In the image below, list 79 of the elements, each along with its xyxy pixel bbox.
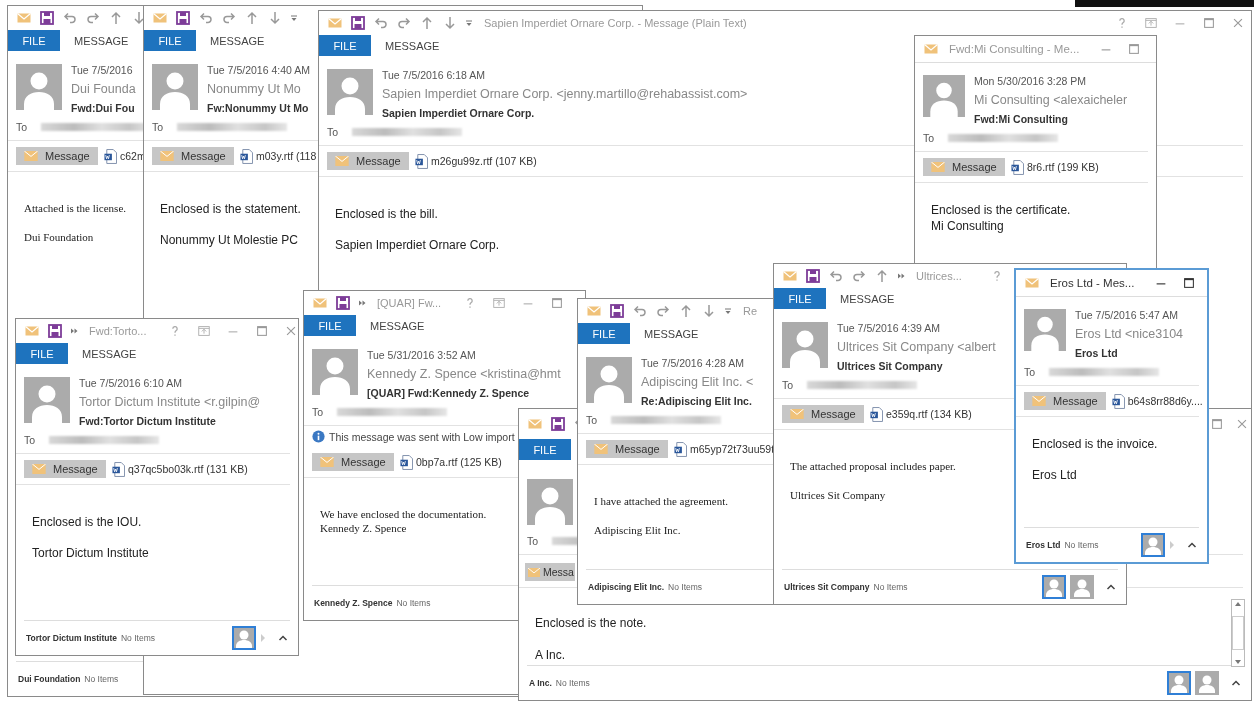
sent-date: Tue 7/5/2016 4:28 AM [641,357,745,369]
footer-status: No Items [1064,540,1099,550]
subject-line: Fw:Nonummy Ut Mo [207,102,310,114]
to-label: To [1024,366,1036,378]
to-label: To [527,535,539,547]
footer-status: No Items [668,582,703,592]
body-text: Sapien Imperdiet Ornare Corp. [335,238,500,252]
subject-line: Eros Ltd [1075,347,1119,359]
body-text: Adipiscing Elit Inc. [594,524,681,536]
footer-name: Adipiscing Elit Inc. [588,582,665,592]
body-text: Ultrices Sit Company [790,489,886,501]
body-text: Enclosed is the note. [535,616,647,630]
to-label: To [16,121,28,133]
footer-status: No Items [873,582,908,592]
body-text: Enclosed is the invoice. [1032,437,1158,451]
to-label: To [327,126,339,138]
subject-line: Sapien Imperdiet Ornare Corp. [382,107,536,119]
sent-date: Tue 7/5/2016 6:18 AM [382,69,486,81]
body-text: A Inc. [535,648,566,662]
sender-name: Sapien Imperdiet Ornare Corp. <jenny.martillo@rehabassist.com> [382,87,748,101]
window-title: Sapien Imperdiet Ornare Corp. - Message (Plain Text) [484,17,747,29]
sent-date: Tue 7/5/2016 4:40 AM [207,64,310,76]
subject-line: Fwd:Dui Fou [71,102,136,114]
sender-name: Nonummy Ut Mo [207,82,302,96]
to-label: To [312,406,324,418]
body-text: Kennedy Z. Spence [320,522,407,534]
footer-name: Tortor Dictum Institute [26,633,117,643]
footer-name: Kennedy Z. Spence [314,598,393,608]
body-text: Enclosed is the certificate. [931,203,1071,217]
body-text: Tortor Dictum Institute [32,546,149,560]
info-message: This message was sent with Low import [329,430,515,443]
subject-line: Ultrices Sit Company [837,360,944,372]
window-title: Fwd:Mi Consulting - Me... [949,43,1080,55]
window-title: [QUAR] Fw... [377,297,442,309]
body-text: I have attached the agreement. [594,495,729,507]
body-text: Enclosed is the bill. [335,207,438,221]
footer-status: No Items [396,598,431,608]
subject-line: Fwd:Mi Consulting [974,113,1069,125]
sent-date: Tue 7/5/2016 [71,64,134,76]
footer-name: Dui Foundation [18,674,81,684]
window-title: Eros Ltd - Mes... [1050,277,1135,289]
sender-name: Ultrices Sit Company <albert [837,340,996,354]
to-label: To [782,379,794,391]
to-label: To [152,121,164,133]
body-text: The attached proposal includes paper. [790,460,956,472]
footer-name: A Inc. [529,678,552,688]
sent-date: Tue 7/5/2016 4:39 AM [837,322,941,334]
sender-name: Adipiscing Elit Inc. < [641,375,754,389]
body-text: Eros Ltd [1032,468,1077,482]
sender-name: Kennedy Z. Spence <kristina@hmt [367,367,561,381]
sent-date: Tue 7/5/2016 5:47 AM [1075,309,1179,321]
footer-name: Eros Ltd [1026,540,1061,550]
body-text: Nonummy Ut Molestie PC [160,233,299,247]
body-text: Enclosed is the statement. [160,202,301,216]
to-label: To [24,434,36,446]
window-title: Re [743,305,758,317]
body-text: We have enclosed the documentation. [320,508,487,520]
sent-date: Tue 7/5/2016 6:10 AM [79,377,183,389]
footer-status: No Items [555,678,590,688]
to-label: To [923,132,935,144]
sender-name: Mi Consulting <alexaicheler [974,93,1128,107]
sent-date: Mon 5/30/2016 3:28 PM [974,75,1088,87]
window-title: Fwd:Torto... [89,325,147,337]
footer-status: No Items [84,674,119,684]
footer-name: Ultrices Sit Company [784,582,870,592]
footer-status: No Items [121,633,155,643]
to-label: To [586,414,598,426]
subject-line: Fwd:Tortor Dictum Institute [79,415,217,427]
body-text: Enclosed is the IOU. [32,515,142,529]
body-text: Dui Foundation [24,231,94,243]
sender-name: Eros Ltd <nice3104 [1075,327,1184,341]
sender-name: Dui Founda [71,82,136,96]
body-text: Mi Consulting [931,219,1004,233]
subject-line: Re:Adipiscing Elit Inc. [641,395,753,407]
body-text: Attached is the license. [24,202,127,214]
window-title: Ultrices... [916,270,962,282]
sender-name: Tortor Dictum Institute <r.gilpin@ [79,395,261,409]
sent-date: Tue 5/31/2016 3:52 AM [367,349,477,361]
subject-line: [QUAR] Fwd:Kennedy Z. Spence [367,387,531,399]
